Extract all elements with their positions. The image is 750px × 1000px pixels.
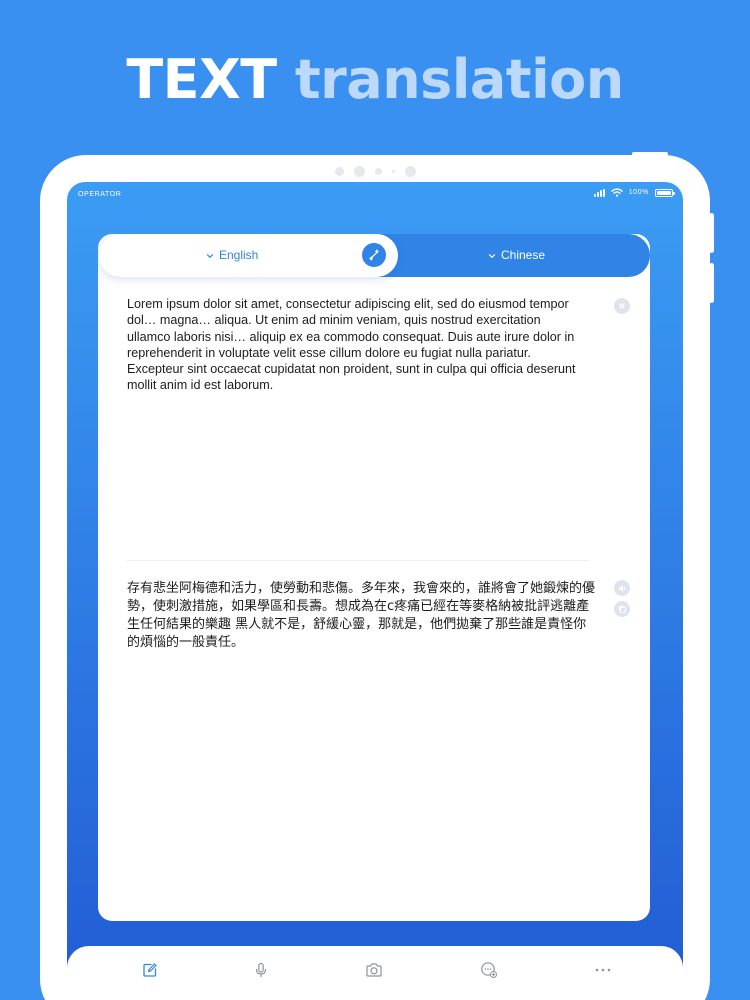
edit-icon <box>143 963 157 977</box>
bottom-tab-bar <box>67 946 683 1000</box>
carrier-label: OPERATOR <box>78 191 122 198</box>
speak-button[interactable] <box>614 580 630 596</box>
tab-text[interactable] <box>140 960 160 980</box>
translated-text: 存有悲坐阿梅德和活力，使勞動和悲傷。多年來，我會來的，誰將會了她鍛煉的優勢，使刺… <box>127 581 596 650</box>
signal-icon <box>593 188 605 197</box>
status-right: 100% <box>593 188 675 197</box>
tab-camera[interactable] <box>364 960 384 980</box>
volume-up-button <box>709 213 714 253</box>
tablet-frame: OPERATOR 100% English Chinese Lorem ipsu… <box>40 152 714 1000</box>
headline-word-text: TEXT <box>126 48 277 111</box>
tab-more[interactable] <box>593 960 613 980</box>
headline: TEXT translation <box>0 48 750 111</box>
language-selector: English Chinese <box>98 234 650 277</box>
tab-conversation[interactable] <box>479 960 499 980</box>
source-text-input[interactable]: Lorem ipsum dolor sit amet, consectetur … <box>127 296 587 394</box>
source-language-label: English <box>219 248 259 262</box>
camera-icon <box>366 963 382 977</box>
target-language-label: Chinese <box>501 248 546 262</box>
chevron-down-icon <box>206 253 214 258</box>
speaker-icon <box>618 584 625 592</box>
source-language-dropdown[interactable]: English <box>206 234 258 277</box>
power-button <box>632 152 668 156</box>
conversation-icon <box>481 962 497 978</box>
close-icon <box>619 303 625 309</box>
clear-button[interactable] <box>614 298 630 314</box>
headline-word-translation: translation <box>294 48 624 111</box>
camera-sensors <box>40 164 710 178</box>
battery-label: 100% <box>628 189 649 196</box>
copy-button[interactable] <box>614 601 630 617</box>
wifi-icon <box>610 188 623 197</box>
translation-panel: English Chinese Lorem ipsum dolor sit am… <box>98 234 650 921</box>
more-icon <box>595 968 611 972</box>
battery-icon <box>655 188 675 197</box>
copy-icon <box>618 605 626 613</box>
app-screen: OPERATOR 100% English Chinese Lorem ipsu… <box>67 182 683 1000</box>
divider <box>127 560 589 561</box>
microphone-icon <box>255 962 267 978</box>
status-bar: OPERATOR 100% <box>67 182 683 204</box>
swap-languages-button[interactable] <box>362 243 386 267</box>
tab-voice[interactable] <box>251 960 271 980</box>
target-language-dropdown[interactable]: Chinese <box>488 234 545 277</box>
volume-down-button <box>709 263 714 303</box>
chevron-down-icon <box>488 253 496 258</box>
swap-icon <box>369 249 379 261</box>
